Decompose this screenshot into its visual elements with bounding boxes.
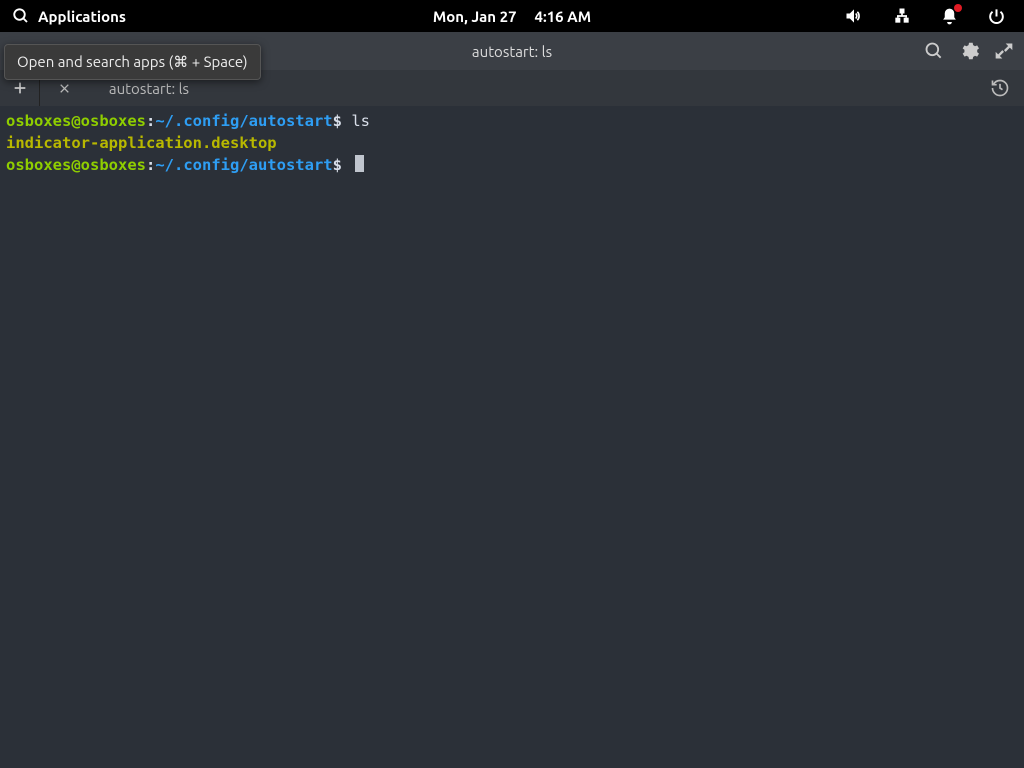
history-icon[interactable]	[990, 78, 1010, 98]
terminal-line: osboxes@osboxes:~/.config/autostart$ ls	[6, 110, 1018, 132]
output-text: indicator-application.desktop	[6, 134, 277, 152]
applications-label: Applications	[38, 8, 126, 25]
prompt-path: ~/.config/autostart	[155, 156, 332, 174]
system-topbar: Applications Mon, Jan 27 4:16 AM	[0, 0, 1024, 32]
tooltip-text: Open and search apps (⌘ + Space)	[17, 53, 248, 70]
notification-badge	[954, 4, 962, 12]
time-text: 4:16 AM	[535, 8, 592, 25]
prompt-user: osboxes@osboxes	[6, 112, 146, 130]
settings-gear-icon[interactable]	[958, 40, 980, 62]
date-text: Mon, Jan 27	[433, 8, 517, 25]
tab-label: autostart: ls	[109, 80, 189, 97]
clock-area[interactable]: Mon, Jan 27 4:16 AM	[433, 8, 591, 25]
applications-launcher[interactable]: Applications	[12, 7, 126, 25]
titlebar-search-icon[interactable]	[924, 41, 944, 61]
volume-icon[interactable]	[844, 6, 864, 26]
prompt-user: osboxes@osboxes	[6, 156, 146, 174]
network-icon[interactable]	[892, 6, 912, 26]
applications-tooltip: Open and search apps (⌘ + Space)	[4, 44, 261, 80]
terminal-output-line: indicator-application.desktop	[6, 132, 1018, 154]
terminal-content[interactable]: osboxes@osboxes:~/.config/autostart$ ls …	[0, 106, 1024, 768]
notifications-icon[interactable]	[940, 7, 959, 26]
prompt-path: ~/.config/autostart	[155, 112, 332, 130]
restore-window-icon[interactable]	[994, 41, 1014, 61]
terminal-cursor	[355, 155, 364, 172]
command-text: ls	[351, 112, 370, 130]
terminal-line: osboxes@osboxes:~/.config/autostart$	[6, 154, 1018, 176]
power-icon[interactable]	[987, 7, 1006, 26]
window-title: autostart: ls	[472, 43, 552, 60]
terminal-window: autostart: ls	[0, 32, 1024, 768]
search-icon	[12, 7, 30, 25]
